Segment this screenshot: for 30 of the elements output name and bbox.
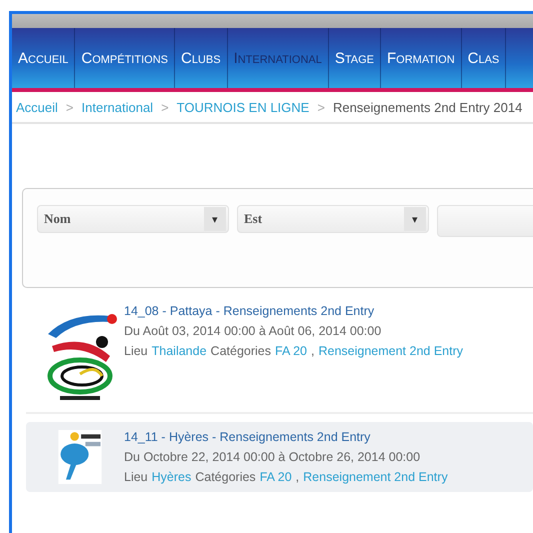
breadcrumb-separator: > (317, 100, 325, 114)
event-title-link[interactable]: 14_08 - Pattaya - Renseignements 2nd Entry (124, 304, 463, 318)
breadcrumb-separator: > (161, 100, 169, 114)
location-label: Lieu (124, 344, 148, 358)
event-title-link[interactable]: 14_11 - Hyères - Renseignements 2nd Entry (124, 430, 448, 444)
filter-field[interactable] (437, 205, 533, 237)
breadcrumb-current: Renseignements 2nd Entry 2014 (332, 100, 522, 114)
filter-dropdown[interactable]: Nom ▾ (37, 205, 229, 233)
caret-icon: ▾ (404, 207, 426, 231)
category-link[interactable]: FA 20 (275, 344, 307, 358)
caret-icon: ▾ (204, 207, 226, 231)
categories-label: Catégories (195, 470, 256, 484)
breadcrumb-link[interactable]: Accueil (16, 100, 58, 114)
event-dates: Du Octobre 22, 2014 00:00 à Octobre 26, 2014 00:00 (124, 450, 422, 464)
event-row[interactable]: 14_08 - Pattaya - Renseignements 2nd Entry Du Août 03, 2014 00:00 à Août 06, 2014 00:00 Lieu Thailande Catégories FA 20 , Renseignement 2nd Entry (26, 296, 533, 414)
category-separator: , (310, 344, 314, 358)
location-link[interactable]: Thailande (152, 344, 207, 358)
breadcrumb-link[interactable]: TOURNOIS EN LIGNE (176, 100, 310, 114)
category-link[interactable]: FA 20 (260, 470, 292, 484)
category-separator: , (296, 470, 300, 484)
breadcrumb-link[interactable]: International (82, 100, 154, 114)
category-link[interactable]: Renseignement 2nd Entry (303, 470, 448, 484)
location-label: Lieu (124, 470, 148, 484)
breadcrumb-separator: > (66, 100, 74, 114)
filter-dropdown[interactable]: Est ▾ (237, 205, 429, 233)
event-dates: Du Août 03, 2014 00:00 à Août 06, 2014 00:00 (124, 324, 382, 338)
category-link[interactable]: Renseignement 2nd Entry (318, 344, 463, 358)
event-row-highlight[interactable]: 14_11 - Hyères - Renseignements 2nd Entry Du Octobre 22, 2014 00:00 à Octobre 26, 2014 00:00 Lieu Hyères Catégories FA 20 , Renseignement 2nd Entry (26, 422, 533, 492)
categories-label: Catégories (210, 344, 271, 358)
location-link[interactable]: Hyères (152, 470, 192, 484)
